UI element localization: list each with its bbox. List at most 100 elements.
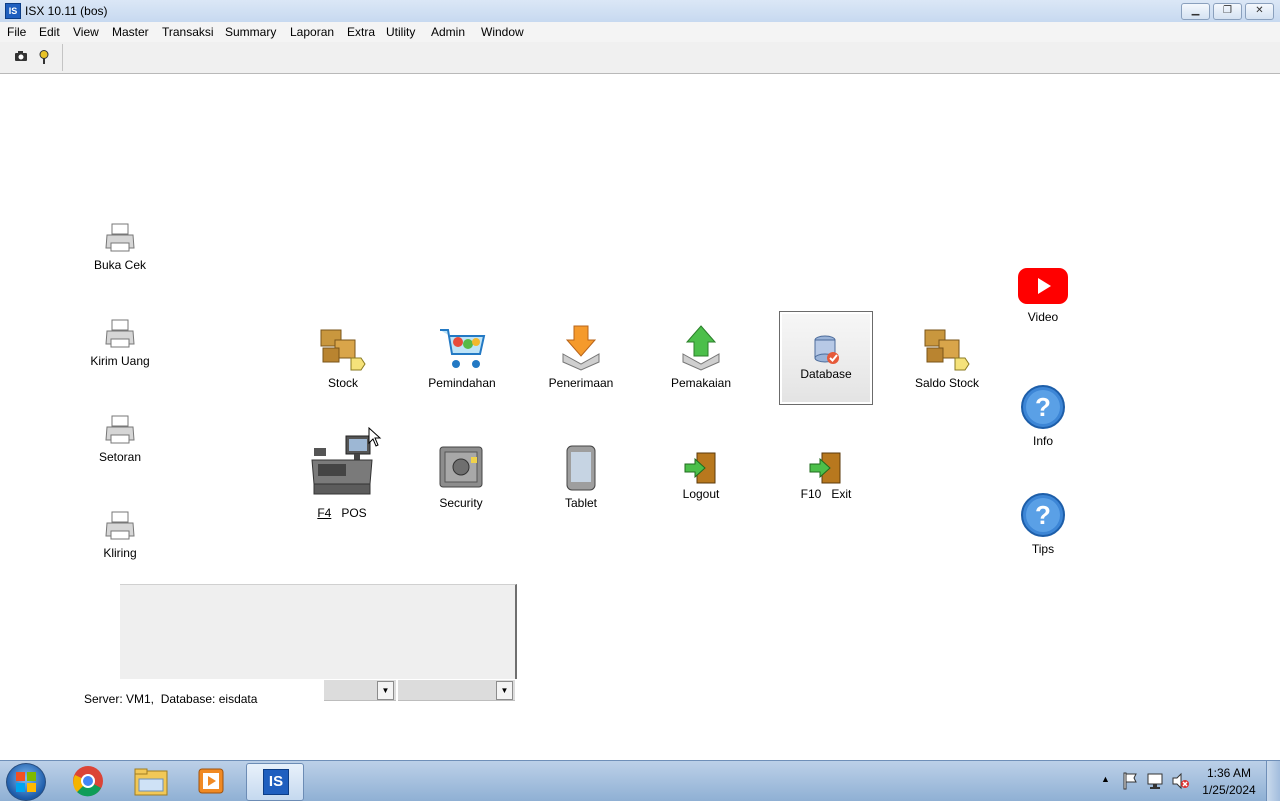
menu-transaksi[interactable]: Transaksi: [162, 25, 214, 39]
logout-text: Logout: [682, 487, 720, 501]
help-icon: ?: [1021, 493, 1065, 537]
exit-hotkey: F10: [800, 487, 822, 501]
show-hidden-icons-icon[interactable]: ▲: [1101, 774, 1110, 784]
mouse-cursor-icon: [368, 427, 382, 447]
pemindahan-label: Pemindahan: [428, 376, 496, 390]
youtube-icon: [1018, 268, 1068, 304]
safe-icon: [439, 446, 483, 488]
exit-door-icon: [684, 452, 716, 484]
setoran-shortcut[interactable]: Setoran: [80, 414, 160, 466]
exit-label: F10 Exit: [786, 487, 866, 501]
close-button[interactable]: ✕: [1245, 3, 1274, 20]
menu-edit[interactable]: Edit: [39, 25, 60, 39]
pos-text: POS: [341, 506, 367, 520]
info-shortcut[interactable]: ? Info: [1003, 384, 1083, 450]
explorer-icon: [134, 768, 168, 796]
exit-text: Exit: [831, 487, 852, 501]
shopping-cart-icon: [440, 329, 486, 368]
taskbar-explorer[interactable]: [123, 763, 179, 799]
pemakaian-label: Pemakaian: [670, 376, 732, 390]
title-bar: IS ISX 10.11 (bos) ▁ ❐ ✕: [0, 0, 1280, 23]
menu-master[interactable]: Master: [112, 25, 149, 39]
outbox-arrow-up-icon: [682, 325, 720, 371]
kliring-shortcut[interactable]: Kliring: [80, 510, 160, 562]
network-icon[interactable]: [1146, 772, 1164, 790]
saldo-stock-label: Saldo Stock: [914, 376, 980, 390]
saldo-stock-shortcut[interactable]: Saldo Stock: [902, 324, 992, 390]
pos-label: F4 POS: [300, 506, 384, 520]
combo-box-2[interactable]: ▼: [398, 680, 515, 701]
combo-box-1[interactable]: ▼: [324, 680, 396, 701]
server-status: Server: VM1, Database: eisdata: [84, 692, 258, 706]
taskbar-isx[interactable]: IS: [246, 763, 304, 801]
pemakaian-shortcut[interactable]: Pemakaian: [656, 324, 746, 390]
pemindahan-shortcut[interactable]: Pemindahan: [417, 324, 507, 390]
penerimaan-label: Penerimaan: [548, 376, 614, 390]
clock-time[interactable]: 1:36 AM: [1194, 766, 1264, 780]
action-center-flag-icon[interactable]: [1122, 772, 1138, 790]
clock-date[interactable]: 1/25/2024: [1194, 783, 1264, 797]
help-key-icon[interactable]: [38, 50, 50, 68]
tips-shortcut[interactable]: ? Tips: [1003, 492, 1083, 558]
window-title: ISX 10.11 (bos): [25, 4, 108, 18]
menu-view[interactable]: View: [73, 25, 99, 39]
security-label: Security: [439, 496, 483, 510]
security-shortcut[interactable]: Security: [421, 444, 501, 510]
stock-shortcut[interactable]: Stock: [303, 324, 383, 390]
pos-shortcut[interactable]: F4 POS: [300, 434, 384, 522]
setoran-label: Setoran: [98, 450, 142, 464]
toolbar: [0, 42, 1280, 74]
menu-admin[interactable]: Admin: [431, 25, 465, 39]
close-icon: ✕: [1255, 5, 1264, 16]
exit-door-icon: [809, 452, 841, 484]
boxes-icon: [320, 329, 366, 371]
printer-icon: [105, 319, 135, 348]
tablet-label: Tablet: [564, 496, 598, 510]
volume-muted-icon[interactable]: [1171, 772, 1189, 790]
penerimaan-shortcut[interactable]: Penerimaan: [536, 324, 626, 390]
menu-utility[interactable]: Utility: [386, 25, 415, 39]
toolbar-group: [7, 44, 63, 71]
menu-extra[interactable]: Extra: [347, 25, 375, 39]
cash-register-icon: [311, 435, 373, 495]
taskbar: IS ▲ 1:36 AM 1/25/2024: [0, 760, 1280, 801]
database-icon: [814, 335, 839, 364]
tablet-shortcut[interactable]: Tablet: [541, 444, 621, 510]
camera-icon[interactable]: [14, 50, 28, 65]
chevron-down-icon[interactable]: ▼: [496, 681, 513, 700]
database-button[interactable]: Database: [779, 311, 873, 405]
video-shortcut[interactable]: Video: [1003, 266, 1083, 326]
info-label: Info: [1032, 434, 1053, 448]
logout-label: Logout: [661, 487, 741, 501]
minimize-icon: ▁: [1191, 5, 1200, 16]
tablet-icon: [566, 445, 596, 491]
windows-logo-icon: [16, 772, 36, 792]
taskbar-media-player[interactable]: [183, 763, 239, 799]
exit-shortcut[interactable]: F10 Exit: [786, 450, 866, 504]
start-button[interactable]: [6, 763, 46, 801]
restore-button[interactable]: ❐: [1213, 3, 1242, 20]
menu-laporan[interactable]: Laporan: [290, 25, 334, 39]
buka-cek-shortcut[interactable]: Buka Cek: [80, 222, 160, 274]
tips-label: Tips: [1031, 542, 1055, 556]
app-icon: IS: [5, 3, 21, 19]
kirim-uang-shortcut[interactable]: Kirim Uang: [80, 318, 160, 370]
menu-summary[interactable]: Summary: [225, 25, 276, 39]
show-desktop-button[interactable]: [1266, 761, 1280, 801]
printer-icon: [105, 223, 135, 252]
menu-file[interactable]: File: [7, 25, 26, 39]
menu-window[interactable]: Window: [481, 25, 524, 39]
minimize-button[interactable]: ▁: [1181, 3, 1210, 20]
logout-shortcut[interactable]: Logout: [661, 450, 741, 504]
isx-icon: IS: [263, 769, 289, 795]
stock-label: Stock: [327, 376, 358, 390]
taskbar-chrome[interactable]: [61, 763, 117, 799]
boxes-icon: [924, 329, 970, 371]
restore-icon: ❐: [1223, 5, 1232, 16]
video-label: Video: [1027, 310, 1059, 324]
media-player-icon: [198, 768, 224, 794]
kirim-uang-label: Kirim Uang: [90, 354, 150, 368]
info-panel: [120, 584, 517, 679]
inbox-arrow-down-icon: [562, 325, 600, 371]
chevron-down-icon[interactable]: ▼: [377, 681, 394, 700]
